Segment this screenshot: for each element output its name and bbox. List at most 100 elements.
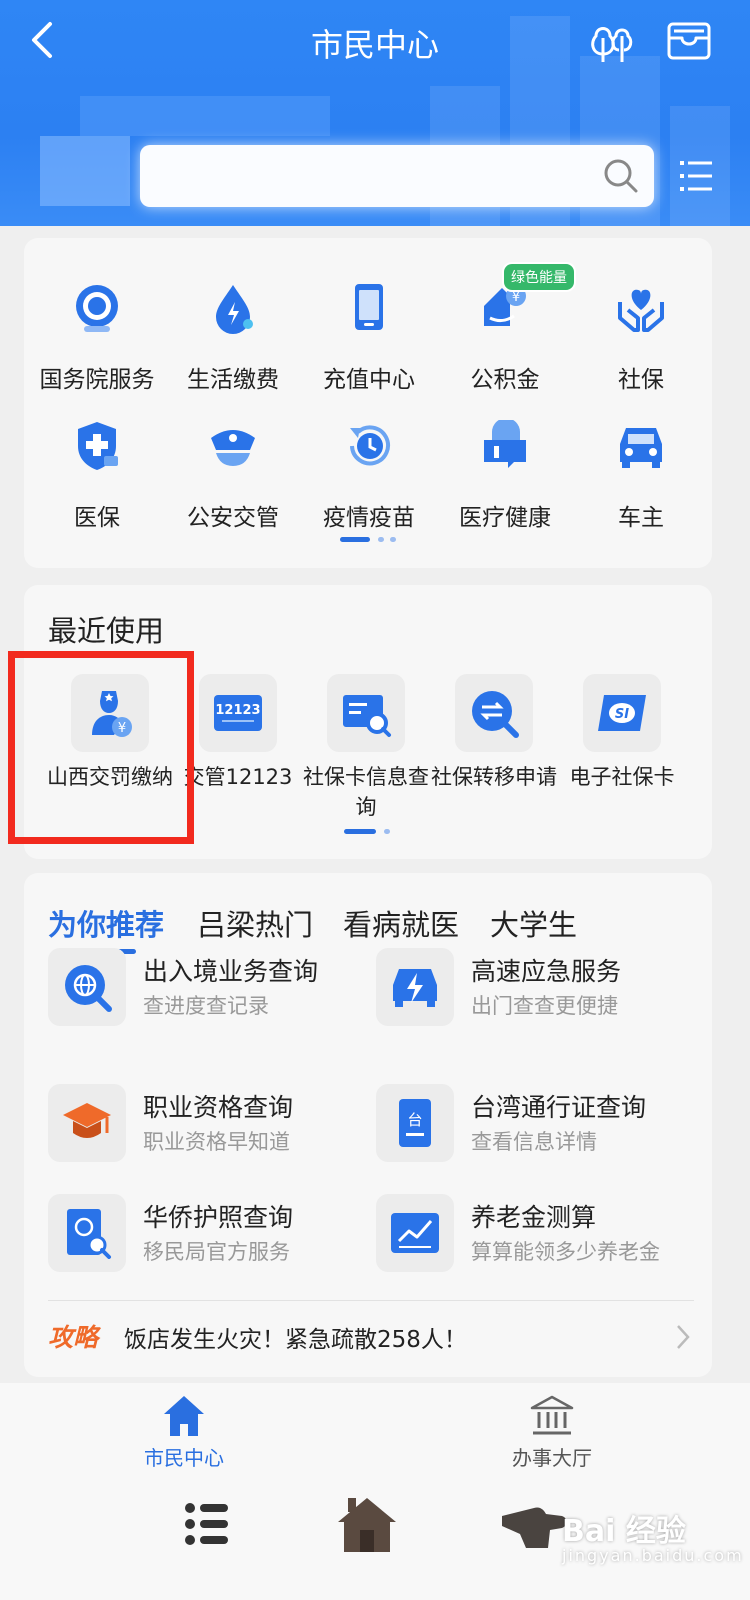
home-icon [164, 1396, 204, 1436]
recent-item-label: 山西交罚缴纳 [47, 765, 173, 789]
list-icon[interactable] [676, 156, 716, 196]
traffic-fine-icon: ¥ [92, 691, 132, 737]
rec-item-subtitle: 职业资格早知道 [143, 1130, 290, 1154]
watermark-text: Bai 经验 [562, 1514, 686, 1549]
house-icon [338, 1498, 396, 1552]
state-council-icon [76, 285, 118, 332]
service-medical-insurance[interactable]: 医保 [28, 420, 166, 550]
service-label: 充值中心 [323, 367, 415, 393]
service-label: 生活缴费 [187, 367, 279, 393]
service-car-owner[interactable]: 车主 [572, 420, 710, 550]
rec-item-title: 养老金测算 [471, 1203, 597, 1232]
page-title: 市民中心 [310, 26, 439, 64]
rec-item-title: 出入境业务查询 [143, 957, 319, 986]
rec-item-highway-emergency[interactable]: 高速应急服务 出门查查更便捷 [376, 948, 696, 1034]
tab-college-student[interactable]: 大学生 [490, 902, 577, 944]
recent-item-si-transfer[interactable]: 社保转移申请 [430, 674, 558, 824]
watermark-sub: jingyan.baidu.com [562, 1546, 744, 1565]
rec-item-taiwan-pass[interactable]: 台 台湾通行证查询 查看信息详情 [376, 1084, 696, 1170]
rec-item-subtitle: 移民局官方服务 [143, 1240, 290, 1264]
rec-item-pension-calc[interactable]: 养老金测算 算算能领多少养老金 [376, 1194, 696, 1280]
divider [48, 1300, 694, 1301]
svg-text:台: 台 [407, 1111, 422, 1129]
pointing-hand-icon [502, 1507, 567, 1548]
police-cap-icon [211, 430, 255, 466]
service-label: 公安交管 [187, 505, 279, 531]
hands-heart-icon [618, 289, 664, 332]
rec-item-subtitle: 查进度查记录 [143, 994, 269, 1018]
rec-item-exit-entry[interactable]: 出入境业务查询 查进度查记录 [48, 948, 368, 1034]
recent-item-label: 社保卡信息查询 [303, 765, 429, 819]
service-housing-fund[interactable]: ¥ 公积金 [436, 282, 574, 412]
system-home-button[interactable] [336, 1494, 396, 1554]
recent-title: 最近使用 [48, 614, 165, 648]
recent-item-label: 交管12123 [183, 765, 293, 789]
drop-lightning-icon [216, 285, 253, 334]
page-dot-active [344, 829, 376, 834]
medical-shield-icon [78, 422, 118, 470]
app-12123-icon: 12123 [214, 695, 262, 731]
service-label: 公积金 [470, 367, 540, 393]
trees-icon[interactable] [586, 16, 636, 66]
passport-search-icon [67, 1209, 111, 1259]
service-social-security[interactable]: 社保 [572, 282, 710, 412]
rec-item-overseas-passport[interactable]: 华侨护照查询 移民局官方服务 [48, 1194, 368, 1280]
tab-for-you[interactable]: 为你推荐 [48, 902, 164, 944]
service-health[interactable]: 医疗健康 [436, 420, 574, 550]
service-epidemic-vaccine[interactable]: 疫情疫苗 [300, 420, 438, 550]
health-chat-icon [484, 420, 526, 468]
tab-see-doctor[interactable]: 看病就医 [343, 902, 459, 944]
page-dot [384, 829, 390, 834]
service-label: 医保 [74, 505, 120, 531]
rec-item-title: 华侨护照查询 [143, 1203, 294, 1232]
svg-text:¥: ¥ [118, 721, 126, 736]
service-police-traffic[interactable]: 公安交管 [164, 420, 302, 550]
news-banner[interactable]: 攻略 饭店发生火灾！紧急疏散258人！ [48, 1318, 694, 1358]
service-state-council[interactable]: 国务院服务 [28, 282, 166, 412]
system-back-button[interactable] [500, 1494, 570, 1554]
blurred-region [40, 136, 130, 206]
taiwan-pass-icon: 台 [399, 1099, 431, 1147]
svg-text:SI: SI [615, 707, 629, 722]
clock-refresh-icon [350, 425, 390, 466]
rec-item-subtitle: 出门查查更便捷 [471, 994, 618, 1018]
nav-service-hall[interactable]: 办事大厅 [482, 1394, 622, 1474]
system-menu-button[interactable] [178, 1494, 238, 1554]
nav-label: 市民中心 [144, 1446, 224, 1470]
rec-item-title: 高速应急服务 [471, 957, 622, 986]
service-label: 国务院服务 [39, 367, 155, 393]
chevron-right-icon [677, 1325, 690, 1349]
tab-lvliang-hot[interactable]: 吕梁热门 [197, 902, 313, 944]
rec-item-title: 台湾通行证查询 [471, 1093, 647, 1122]
recent-item-si-card-query[interactable]: 社保卡信息查询 [302, 674, 430, 824]
menu-list-icon [185, 1503, 228, 1545]
rec-item-subtitle: 查看信息详情 [471, 1130, 597, 1154]
service-label: 疫情疫苗 [323, 505, 415, 531]
bottom-bar [0, 1383, 750, 1600]
car-icon [620, 428, 662, 468]
news-text: 饭店发生火灾！紧急疏散258人！ [124, 1327, 467, 1353]
service-label: 医疗健康 [459, 505, 551, 531]
service-label: 车主 [618, 505, 664, 531]
search-input[interactable] [140, 145, 654, 207]
globe-search-icon [65, 965, 112, 1012]
baidu-watermark: Bai 经验 jingyan.baidu.com [562, 1506, 744, 1565]
nav-citizen-center[interactable]: 市民中心 [114, 1394, 254, 1474]
phone-icon [355, 284, 383, 330]
graduation-cap-icon [63, 1103, 111, 1138]
rec-item-qualification[interactable]: 职业资格查询 职业资格早知道 [48, 1084, 368, 1170]
si-card-icon: SI [598, 695, 646, 731]
recent-item-12123[interactable]: 12123 交管12123 [174, 674, 302, 824]
service-recharge[interactable]: 充值中心 [300, 282, 438, 412]
rec-item-title: 职业资格查询 [143, 1093, 294, 1122]
bank-building-icon [530, 1395, 574, 1435]
card-search-icon [343, 695, 391, 737]
recent-item-e-si-card[interactable]: SI 电子社保卡 [558, 674, 686, 824]
service-utility-payment[interactable]: 生活缴费 [164, 282, 302, 412]
green-energy-badge: 绿色能量 [502, 262, 576, 292]
nav-label: 办事大厅 [512, 1446, 592, 1470]
wallet-icon[interactable] [664, 16, 714, 66]
service-label: 社保 [618, 367, 664, 393]
recent-item-label: 社保转移申请 [431, 765, 557, 789]
recent-item-traffic-fine[interactable]: ¥ 山西交罚缴纳 [46, 674, 174, 824]
